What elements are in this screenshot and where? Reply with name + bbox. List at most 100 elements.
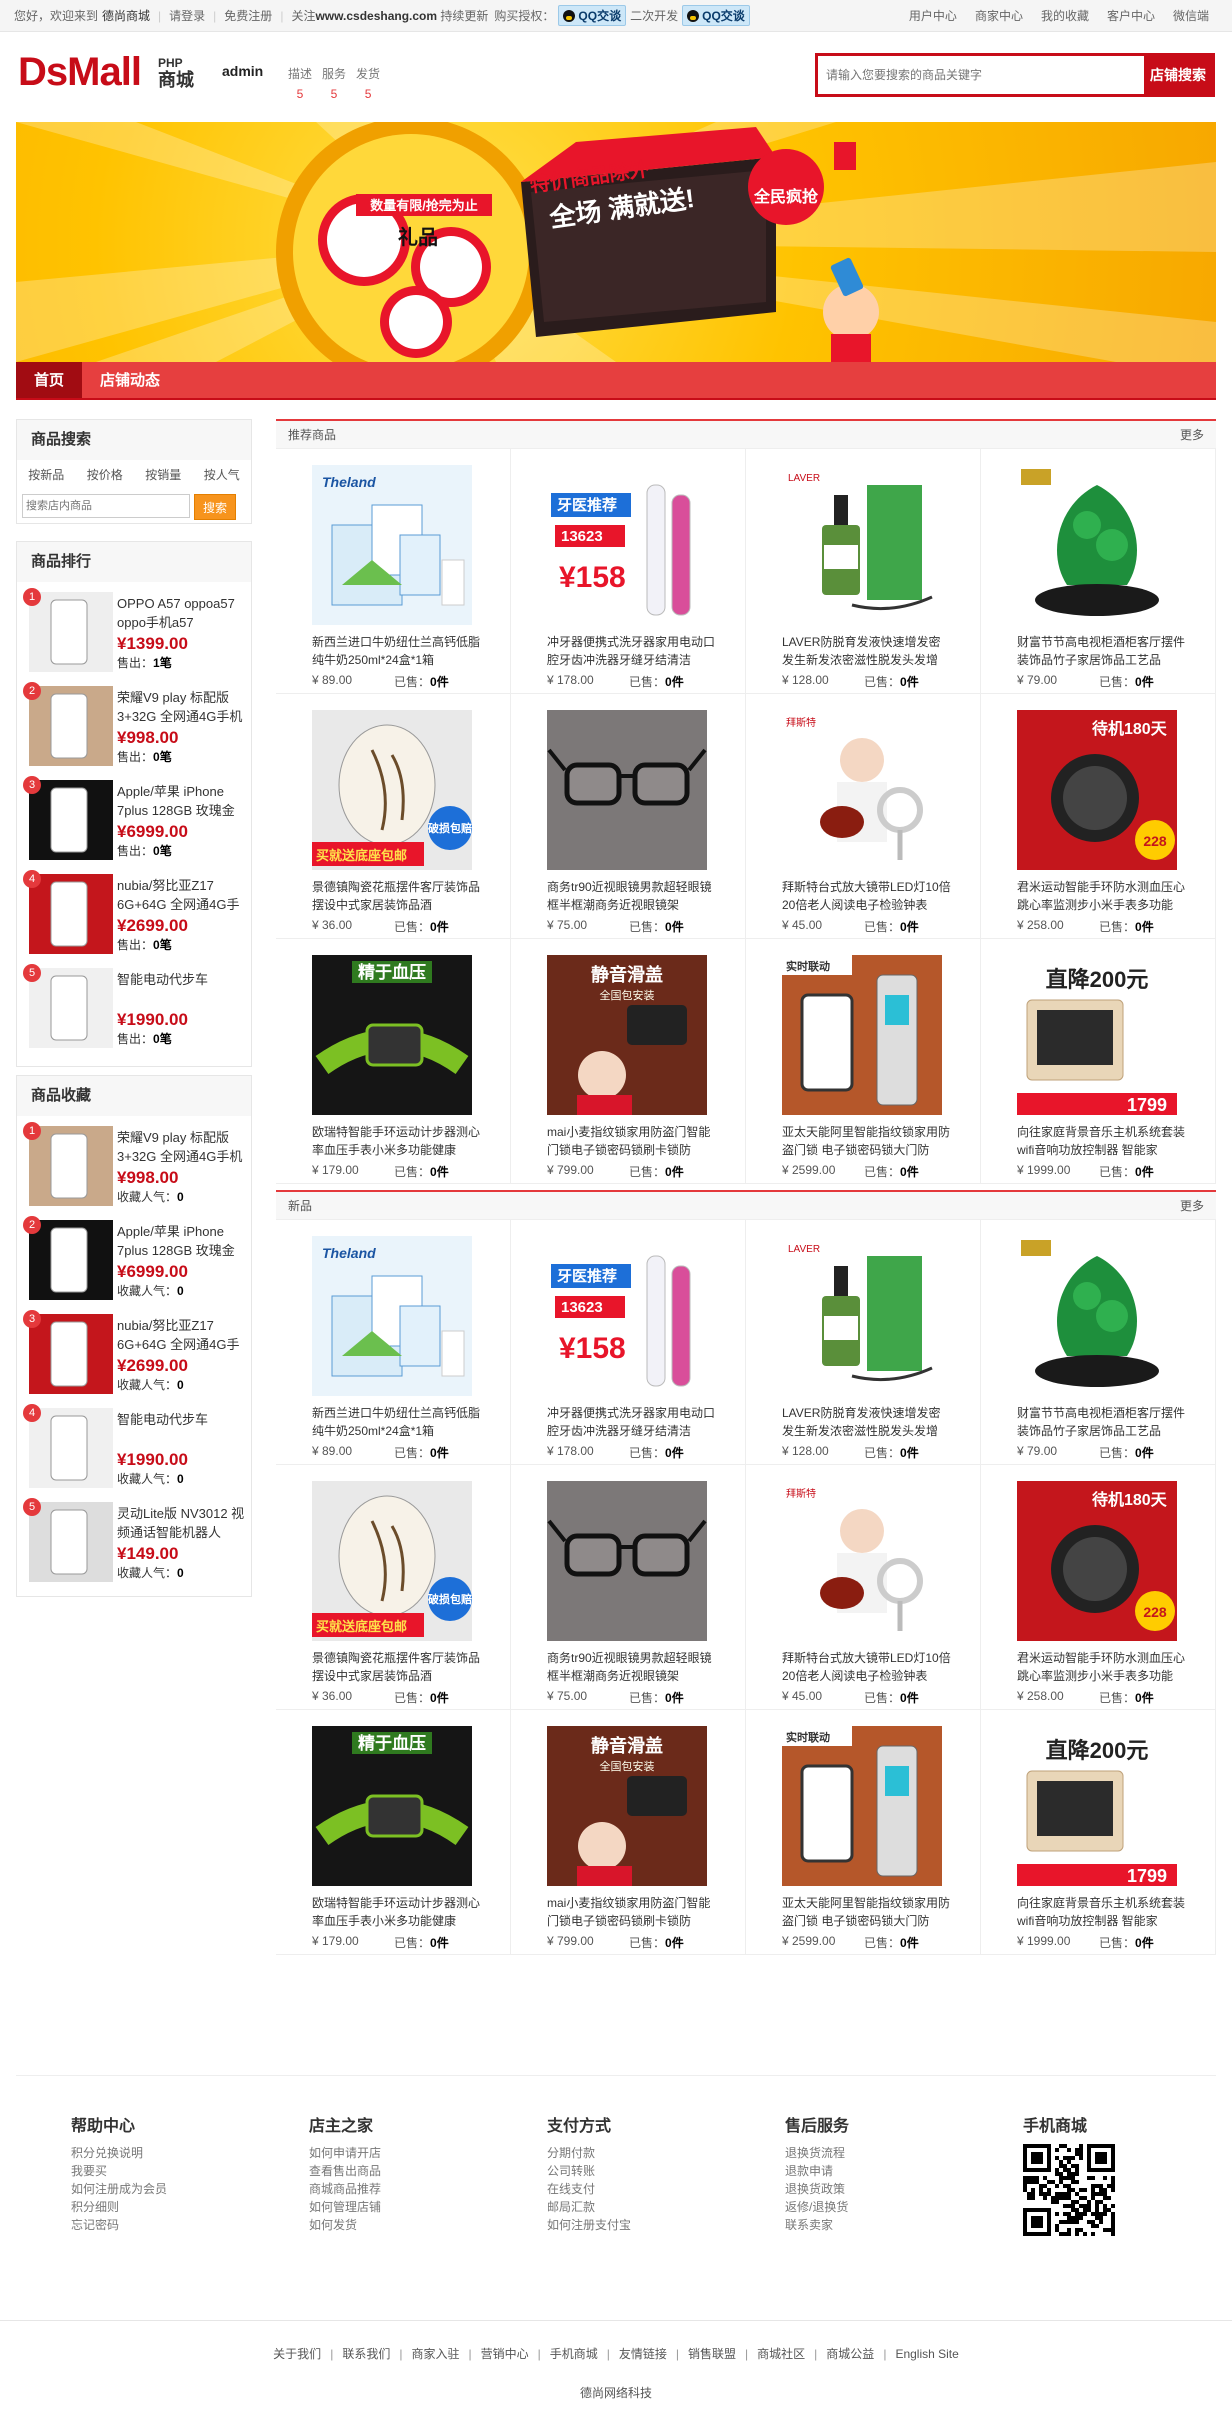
product-thumbnail[interactable]	[29, 968, 113, 1048]
product-image[interactable]: 精于血压	[312, 1726, 472, 1886]
product-card[interactable]: 直降200元 1799 向往家庭背景音乐主机系统套装 wifi音响功放控制器 智能…	[981, 1710, 1216, 1955]
product-card[interactable]: 直降200元 1799 向往家庭背景音乐主机系统套装 wifi音响功放控制器 智能…	[981, 939, 1216, 1184]
product-name-link[interactable]: 荣耀V9 play 标配版 3+32G 全网通4G手机	[117, 688, 247, 726]
product-card[interactable]: LAVER LAVER防脱育发液快速增发密发生新发浓密滋性脱发头发增 ¥ 128…	[746, 449, 981, 694]
shop-name[interactable]: admin	[222, 63, 263, 79]
menu-user-center[interactable]: 用户中心	[900, 7, 966, 24]
product-card[interactable]: 静音滑盖 全国包安装 mai小麦指纹锁家用防盗门智能门锁电子锁密码锁刷卡锁防 ¥ …	[511, 1710, 746, 1955]
qq-chat-button-2[interactable]: QQ交谈	[682, 5, 750, 26]
bottom-link[interactable]: 销售联盟	[688, 2347, 736, 2361]
product-name-link[interactable]: 君米运动智能手环防水测血压心跳心率监测步小米手表多功能	[1017, 1649, 1187, 1685]
product-name-link[interactable]: 财富节节高电视柜酒柜客厅摆件装饰品竹子家居饰品工艺品	[1017, 1404, 1187, 1440]
product-image[interactable]: 静音滑盖 全国包安装	[547, 1726, 707, 1886]
footer-link[interactable]: 公司转账	[547, 2162, 697, 2180]
product-name-link[interactable]: 亚太天能阿里智能指纹锁家用防盗门锁 电子锁密码锁大门防	[782, 1894, 952, 1930]
qq-chat-button-1[interactable]: QQ交谈	[558, 5, 627, 26]
product-name-link[interactable]: 财富节节高电视柜酒柜客厅摆件装饰品竹子家居饰品工艺品	[1017, 633, 1187, 669]
product-name-link[interactable]: 景德镇陶瓷花瓶摆件客厅装饰品摆设中式家居装饰品酒	[312, 878, 482, 914]
product-thumbnail[interactable]	[29, 1502, 113, 1582]
ranking-item[interactable]: 2 荣耀V9 play 标配版 3+32G 全网通4G手机 ¥998.00 售出…	[17, 676, 251, 770]
product-name-link[interactable]: 向往家庭背景音乐主机系统套装 wifi音响功放控制器 智能家	[1017, 1123, 1187, 1159]
product-thumbnail[interactable]	[29, 1220, 113, 1300]
menu-favorites[interactable]: 我的收藏	[1032, 7, 1098, 24]
shop-search-button[interactable]: 店铺搜索	[1144, 56, 1212, 94]
product-card[interactable]: 精于血压 欧瑞特智能手环运动计步器测心率血压手表小米多功能健康 ¥ 179.00…	[276, 1710, 511, 1955]
footer-link[interactable]: 返修/退换货	[785, 2198, 935, 2216]
product-image[interactable]: Theland	[312, 465, 472, 625]
product-name-link[interactable]: LAVER防脱育发液快速增发密发生新发浓密滋性脱发头发增	[782, 1404, 952, 1440]
product-name-link[interactable]: 灵动Lite版 NV3012 视频通话智能机器人	[117, 1504, 247, 1542]
product-thumbnail[interactable]	[29, 780, 113, 860]
bottom-link[interactable]: 友情链接	[619, 2347, 667, 2361]
menu-seller-center[interactable]: 商家中心	[966, 7, 1032, 24]
footer-link[interactable]: 积分兑换说明	[71, 2144, 221, 2162]
product-image[interactable]: 拜斯特	[782, 1481, 942, 1641]
product-card[interactable]: 静音滑盖 全国包安装 mai小麦指纹锁家用防盗门智能门锁电子锁密码锁刷卡锁防 ¥ …	[511, 939, 746, 1184]
product-card[interactable]: 财富节节高电视柜酒柜客厅摆件装饰品竹子家居饰品工艺品 ¥ 79.00 已售：0件	[981, 1220, 1216, 1465]
product-card[interactable]: 牙医推荐 13623 ¥158 冲牙器便携式洗牙器家用电动口腔牙齿冲洗器牙缝牙结清洁…	[511, 1220, 746, 1465]
product-thumbnail[interactable]	[29, 1126, 113, 1206]
product-image[interactable]: 牙医推荐 13623 ¥158	[547, 1236, 707, 1396]
product-name-link[interactable]: 新西兰进口牛奶纽仕兰高钙低脂纯牛奶250ml*24盒*1箱	[312, 1404, 482, 1440]
sort-by-price[interactable]: 按价格	[87, 460, 123, 490]
product-image[interactable]: 实时联动	[782, 955, 942, 1115]
ranking-item[interactable]: 4 nubia/努比亚Z17 6G+64G 全网通4G手 ¥2699.00 售出…	[17, 864, 251, 958]
favorite-item[interactable]: 5 灵动Lite版 NV3012 视频通话智能机器人 ¥149.00 收藏人气：…	[17, 1492, 251, 1586]
product-name-link[interactable]: 君米运动智能手环防水测血压心跳心率监测步小米手表多功能	[1017, 878, 1187, 914]
nav-home[interactable]: 首页	[16, 362, 83, 398]
bottom-link[interactable]: 商城社区	[757, 2347, 805, 2361]
product-image[interactable]: 待机180天 228	[1017, 710, 1177, 870]
footer-link[interactable]: 积分细则	[71, 2198, 221, 2216]
sort-by-sales[interactable]: 按销量	[145, 460, 181, 490]
product-name-link[interactable]: Apple/苹果 iPhone 7plus 128GB 玫瑰金	[117, 1222, 247, 1260]
favorite-item[interactable]: 3 nubia/努比亚Z17 6G+64G 全网通4G手 ¥2699.00 收藏…	[17, 1304, 251, 1398]
product-image[interactable]: 实时联动	[782, 1726, 942, 1886]
product-image[interactable]	[547, 1481, 707, 1641]
favorite-item[interactable]: 4 智能电动代步车 ¥1990.00 收藏人气：0	[17, 1398, 251, 1492]
more-link[interactable]: 更多	[1180, 426, 1204, 443]
product-image[interactable]: 牙医推荐 13623 ¥158	[547, 465, 707, 625]
product-card[interactable]: 精于血压 欧瑞特智能手环运动计步器测心率血压手表小米多功能健康 ¥ 179.00…	[276, 939, 511, 1184]
footer-link[interactable]: 如何注册成为会员	[71, 2180, 221, 2198]
product-thumbnail[interactable]	[29, 1408, 113, 1488]
product-name-link[interactable]: 欧瑞特智能手环运动计步器测心率血压手表小米多功能健康	[312, 1894, 482, 1930]
product-image[interactable]: Theland	[312, 1236, 472, 1396]
product-card[interactable]: 实时联动 亚太天能阿里智能指纹锁家用防盗门锁 电子锁密码锁大门防 ¥ 2599.…	[746, 1710, 981, 1955]
register-link[interactable]: 免费注册	[224, 7, 272, 24]
bottom-link[interactable]: English Site	[895, 2347, 958, 2361]
login-link[interactable]: 请登录	[169, 7, 205, 24]
product-name-link[interactable]: 新西兰进口牛奶纽仕兰高钙低脂纯牛奶250ml*24盒*1箱	[312, 633, 482, 669]
product-name-link[interactable]: mai小麦指纹锁家用防盗门智能门锁电子锁密码锁刷卡锁防	[547, 1894, 717, 1930]
product-name-link[interactable]: 拜斯特台式放大镜带LED灯10倍20倍老人阅读电子检验钟表	[782, 878, 952, 914]
promo-banner[interactable]: 数量有限/抢完为止 礼品 特价商品除外 全场 满就送! 全民疯抢	[16, 122, 1216, 362]
footer-link[interactable]: 我要买	[71, 2162, 221, 2180]
product-card[interactable]: 商务tr90近视眼镜男款超轻眼镜框半框潮商务近视眼镜架 ¥ 75.00 已售：0…	[511, 1465, 746, 1710]
bottom-link[interactable]: 联系我们	[342, 2347, 390, 2361]
product-card[interactable]: 商务tr90近视眼镜男款超轻眼镜框半框潮商务近视眼镜架 ¥ 75.00 已售：0…	[511, 694, 746, 939]
footer-link[interactable]: 在线支付	[547, 2180, 697, 2198]
footer-link[interactable]: 退换货政策	[785, 2180, 935, 2198]
product-card[interactable]: 买就送底座包邮 破损包赔 景德镇陶瓷花瓶摆件客厅装饰品摆设中式家居装饰品酒 ¥ 3…	[276, 694, 511, 939]
product-name-link[interactable]: 商务tr90近视眼镜男款超轻眼镜框半框潮商务近视眼镜架	[547, 1649, 717, 1685]
footer-link[interactable]: 退款申请	[785, 2162, 935, 2180]
favorite-item[interactable]: 2 Apple/苹果 iPhone 7plus 128GB 玫瑰金 ¥6999.…	[17, 1210, 251, 1304]
favorite-item[interactable]: 1 荣耀V9 play 标配版 3+32G 全网通4G手机 ¥998.00 收藏…	[17, 1116, 251, 1210]
sort-by-new[interactable]: 按新品	[28, 460, 64, 490]
footer-link[interactable]: 如何管理店铺	[309, 2198, 459, 2216]
product-name-link[interactable]: 冲牙器便携式洗牙器家用电动口腔牙齿冲洗器牙缝牙结清洁	[547, 633, 717, 669]
footer-link[interactable]: 邮局汇款	[547, 2198, 697, 2216]
product-card[interactable]: Theland 新西兰进口牛奶纽仕兰高钙低脂纯牛奶250ml*24盒*1箱 ¥ …	[276, 449, 511, 694]
menu-wechat[interactable]: 微信端	[1164, 7, 1218, 24]
product-image[interactable]	[1017, 1236, 1177, 1396]
ranking-item[interactable]: 3 Apple/苹果 iPhone 7plus 128GB 玫瑰金 ¥6999.…	[17, 770, 251, 864]
footer-link[interactable]: 如何发货	[309, 2216, 459, 2234]
more-link[interactable]: 更多	[1180, 1197, 1204, 1214]
bottom-link[interactable]: 商家入驻	[411, 2347, 459, 2361]
product-card[interactable]: 牙医推荐 13623 ¥158 冲牙器便携式洗牙器家用电动口腔牙齿冲洗器牙缝牙结清洁…	[511, 449, 746, 694]
product-image[interactable]: 待机180天 228	[1017, 1481, 1177, 1641]
footer-link[interactable]: 联系卖家	[785, 2216, 935, 2234]
sort-by-popularity[interactable]: 按人气	[204, 460, 240, 490]
product-card[interactable]: 买就送底座包邮 破损包赔 景德镇陶瓷花瓶摆件客厅装饰品摆设中式家居装饰品酒 ¥ 3…	[276, 1465, 511, 1710]
bottom-link[interactable]: 关于我们	[273, 2347, 321, 2361]
nav-shop-news[interactable]: 店铺动态	[82, 362, 178, 398]
